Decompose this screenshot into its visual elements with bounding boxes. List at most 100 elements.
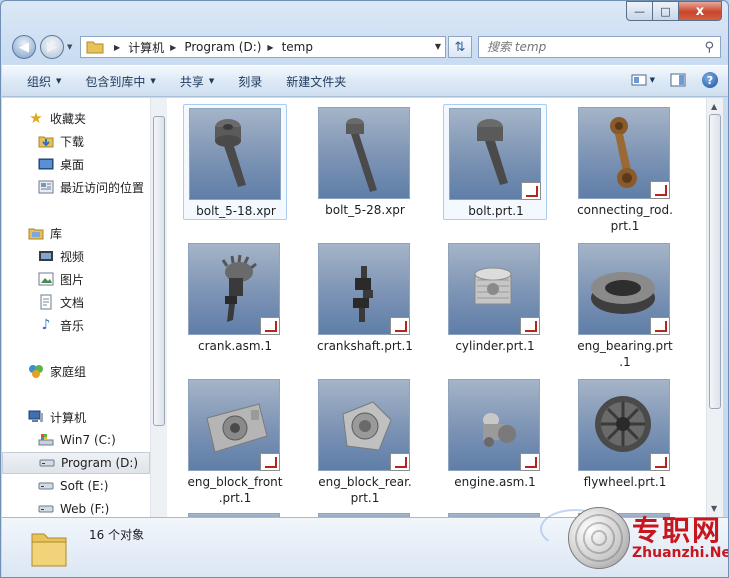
creo-file-badge-icon	[520, 317, 540, 335]
nav-item-recent-places[interactable]: 最近访问的位置	[2, 176, 150, 198]
recent-pages-dropdown-icon[interactable]: ▼	[67, 43, 72, 51]
file-thumbnail	[188, 379, 280, 471]
nav-item-drive-d[interactable]: Program (D:)	[2, 452, 150, 474]
nav-item-videos[interactable]: 视频	[2, 245, 150, 267]
file-item-bolt-5-28[interactable]: bolt_5-28.xpr	[313, 104, 417, 220]
chevron-down-icon[interactable]: ▼	[650, 76, 655, 84]
file-name: flywheel.prt.1	[583, 475, 667, 489]
nav-item-drive-f[interactable]: Web (F:)	[2, 498, 150, 517]
file-thumbnail	[318, 107, 410, 199]
minimize-button[interactable]: —	[626, 1, 652, 21]
chevron-right-icon[interactable]: ▶	[267, 43, 273, 52]
nav-item-label: 最近访问的位置	[60, 180, 145, 195]
nav-item-label: Web (F:)	[60, 502, 110, 516]
refresh-button[interactable]: ⇅	[448, 36, 472, 58]
file-item-flywheel[interactable]: flywheel.prt.1	[573, 376, 677, 492]
back-button[interactable]: ◀	[12, 35, 36, 59]
file-item-connecting-rod[interactable]: connecting_rod. prt.1	[573, 104, 677, 233]
file-item-crank-asm[interactable]: crank.asm.1	[183, 240, 287, 356]
chevron-right-icon[interactable]: ▶	[170, 43, 176, 52]
creo-file-badge-icon	[650, 453, 670, 471]
documents-library-icon	[38, 294, 54, 310]
watermark-en-text: Zhuanzhi.Net	[632, 545, 729, 561]
file-item-crankshaft[interactable]: crankshaft.prt.1	[313, 240, 417, 356]
caption-buttons: — □ x	[626, 1, 722, 21]
burn-button[interactable]: 刻录	[238, 73, 262, 90]
chevron-down-icon[interactable]: ▼	[435, 42, 441, 51]
change-view-button[interactable]	[630, 72, 648, 88]
arrow-left-icon: ◀	[19, 39, 29, 55]
file-name: bolt.prt.1	[468, 204, 524, 218]
command-bar: 组织 ▼ 包含到库中 ▼ 共享 ▼ 刻录 新建文件夹 ▼ ?	[2, 65, 728, 97]
nav-item-label: 视频	[60, 249, 85, 264]
music-library-icon: ♪	[41, 317, 51, 333]
burn-label: 刻录	[238, 74, 263, 89]
breadcrumb-folder[interactable]: temp	[282, 40, 313, 54]
preview-pane-icon	[670, 73, 686, 87]
navigation-pane: ★ 收藏夹 下载 桌面 最近访问的位置 库 视频 图片 文档 ♪ 音乐 家庭组 …	[2, 98, 150, 517]
nav-homegroup-label: 家庭组	[50, 364, 87, 379]
include-in-library-menu[interactable]: 包含到库中 ▼	[85, 73, 155, 90]
file-name: connecting_rod. prt.1	[577, 203, 673, 233]
file-name: eng_block_front .prt.1	[187, 475, 283, 505]
share-menu[interactable]: 共享 ▼	[180, 73, 214, 90]
nav-item-drive-e[interactable]: Soft (E:)	[2, 475, 150, 497]
nav-item-desktop[interactable]: 桌面	[2, 153, 150, 175]
nav-favorites[interactable]: ★ 收藏夹	[2, 107, 150, 129]
file-thumbnail	[318, 243, 410, 335]
file-name: crank.asm.1	[198, 339, 272, 353]
content-scrollbar[interactable]: ▲ ▼	[706, 98, 723, 517]
chevron-right-icon[interactable]: ▶	[114, 43, 120, 52]
maximize-button[interactable]: □	[652, 1, 678, 21]
help-button[interactable]: ?	[701, 72, 719, 88]
recent-places-icon	[38, 179, 54, 195]
file-item-eng-bearing[interactable]: eng_bearing.prt .1	[573, 240, 677, 369]
file-name: bolt_5-28.xpr	[325, 203, 405, 217]
nav-item-label: Program (D:)	[61, 456, 139, 470]
search-icon[interactable]: ⚲	[704, 40, 714, 55]
breadcrumb-drive[interactable]: Program (D:)	[184, 40, 261, 54]
forward-button[interactable]: ▶	[40, 35, 64, 59]
drive-icon	[38, 478, 54, 494]
bolt-part-icon	[215, 119, 246, 187]
navigation-scrollbar[interactable]	[150, 98, 167, 517]
preview-pane-button[interactable]	[669, 72, 687, 88]
folder-icon	[31, 533, 67, 567]
nav-item-drive-c[interactable]: Win7 (C:)	[2, 429, 150, 451]
creo-file-badge-icon	[650, 317, 670, 335]
new-folder-button[interactable]: 新建文件夹	[286, 73, 346, 90]
breadcrumb-computer[interactable]: 计算机	[128, 39, 164, 56]
scrollbar-thumb[interactable]	[153, 116, 165, 426]
nav-item-documents[interactable]: 文档	[2, 291, 150, 313]
file-item-eng-block-front[interactable]: eng_block_front .prt.1	[183, 376, 287, 505]
nav-computer[interactable]: 计算机	[2, 406, 150, 428]
nav-item-music[interactable]: ♪ 音乐	[2, 314, 150, 336]
item-count: 16 个对象	[89, 528, 145, 542]
organize-menu[interactable]: 组织 ▼	[27, 73, 61, 90]
file-item-cylinder[interactable]: cylinder.prt.1	[443, 240, 547, 356]
search-input[interactable]	[487, 40, 697, 54]
nav-item-pictures[interactable]: 图片	[2, 268, 150, 290]
nav-homegroup[interactable]: 家庭组	[2, 360, 150, 382]
nav-item-label: 音乐	[60, 318, 85, 333]
file-name: cylinder.prt.1	[455, 339, 535, 353]
nav-item-label: Win7 (C:)	[60, 433, 116, 447]
file-item-engine-asm[interactable]: engine.asm.1	[443, 376, 547, 492]
scroll-up-icon[interactable]: ▲	[711, 102, 717, 111]
scrollbar-thumb[interactable]	[709, 114, 721, 409]
view-controls: ▼ ?	[616, 72, 719, 88]
close-button[interactable]: x	[678, 1, 722, 21]
creo-file-badge-icon	[650, 181, 670, 199]
nav-item-downloads[interactable]: 下载	[2, 130, 150, 152]
chevron-down-icon: ▼	[56, 77, 62, 85]
nav-item-label: 桌面	[60, 157, 85, 172]
file-item-bolt-prt[interactable]: bolt.prt.1	[443, 104, 547, 220]
refresh-icon: ⇅	[454, 39, 466, 55]
file-item-eng-block-rear[interactable]: eng_block_rear. prt.1	[313, 376, 417, 505]
file-item-bolt-5-18[interactable]: bolt_5-18.xpr	[183, 104, 287, 220]
nav-libraries[interactable]: 库	[2, 222, 150, 244]
address-bar[interactable]: ▶ 计算机 ▶ Program (D:) ▶ temp ▼	[80, 36, 446, 58]
chevron-down-icon: ▼	[208, 77, 215, 85]
search-box[interactable]: ⚲	[478, 36, 721, 58]
share-label: 共享	[179, 74, 204, 89]
